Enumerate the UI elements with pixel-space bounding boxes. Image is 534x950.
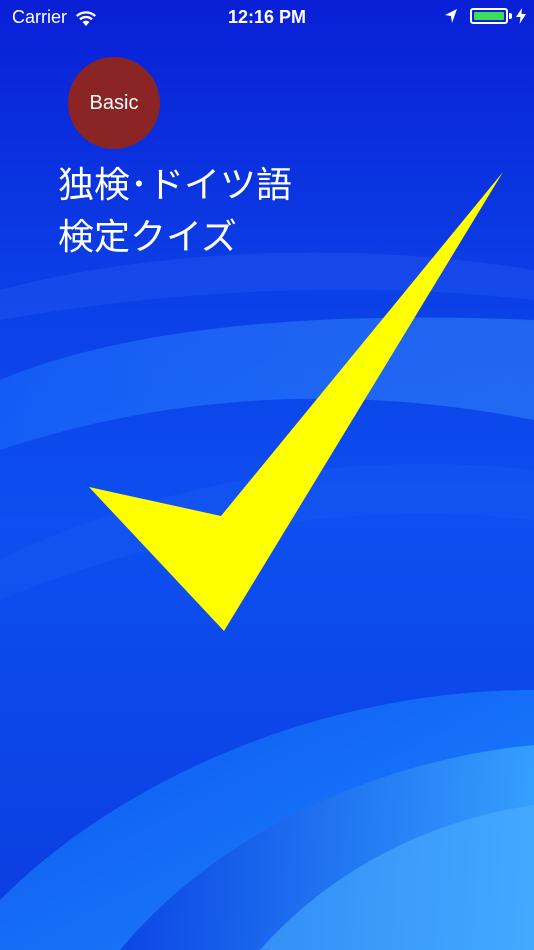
checkmark-icon [89,172,503,631]
splash-screen: Carrier 12:16 PM Basic 独検･ドイツ語 検定クイズ [0,0,534,950]
